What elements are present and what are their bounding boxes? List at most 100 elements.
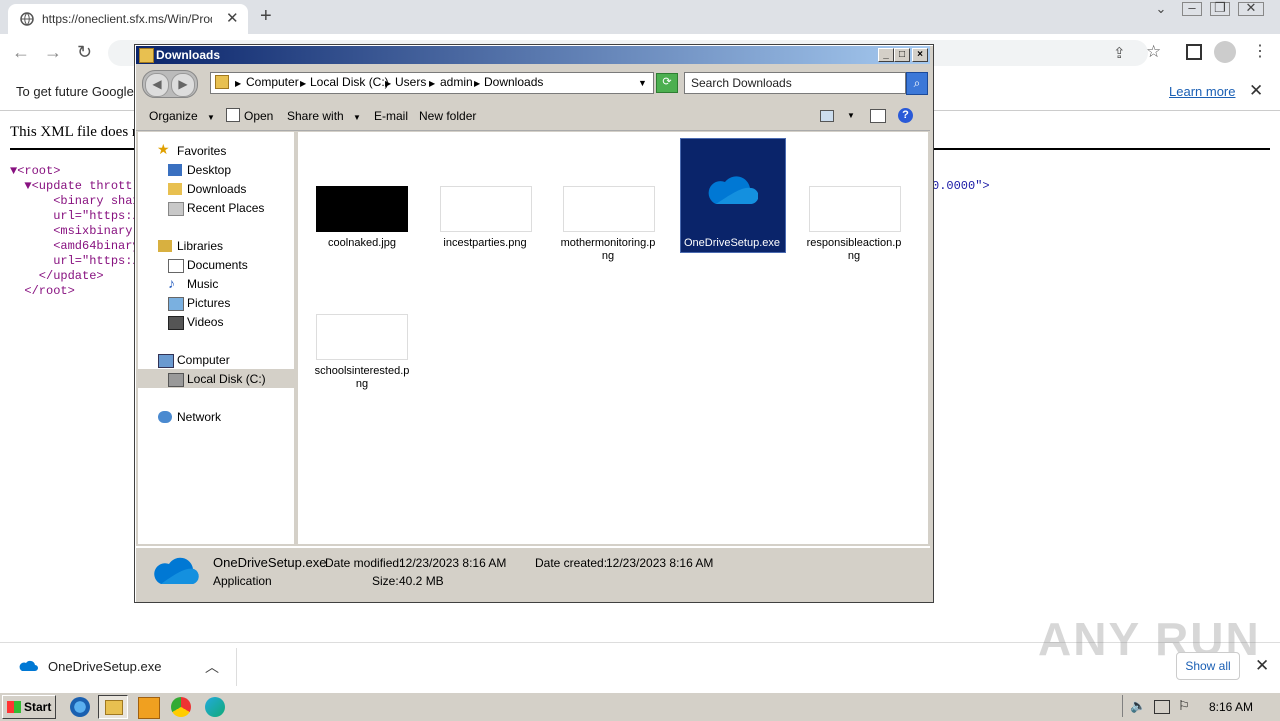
speaker-icon[interactable]: 🔈 [1130, 698, 1146, 714]
address-dropdown-icon[interactable]: ▼ [638, 78, 647, 88]
file-name[interactable]: mothermonitoring.p [548, 237, 668, 250]
file-thumbnail[interactable] [809, 186, 901, 232]
file-thumbnail[interactable] [316, 186, 408, 232]
taskbar-clock[interactable]: 8:16 AM [1209, 700, 1253, 714]
organize-button[interactable]: Organize ▼ [149, 109, 215, 123]
refresh-icon[interactable]: ⟳ [656, 73, 678, 93]
file-name[interactable]: coolnaked.jpg [302, 237, 422, 250]
profile-avatar[interactable] [1214, 41, 1236, 63]
videos-icon [168, 316, 184, 330]
breadcrumb-users[interactable]: Users [395, 75, 426, 89]
menu-kebab-icon[interactable]: ⋮ [1252, 41, 1268, 61]
nav-music[interactable]: Music [187, 277, 218, 291]
breadcrumb-arrow-icon[interactable]: ▶ [300, 79, 306, 88]
file-thumbnail[interactable] [563, 186, 655, 232]
xml-line: <amd64binary [10, 239, 140, 253]
share-with-button[interactable]: Share with ▼ [287, 109, 361, 123]
tab-close-icon[interactable]: ✕ [226, 9, 239, 27]
chrome-icon[interactable] [171, 697, 191, 717]
xml-line: ▼<update throttl [10, 179, 140, 193]
recent-places-icon [168, 202, 184, 216]
explorer-taskbar-button[interactable] [98, 695, 128, 719]
breadcrumb-arrow-icon[interactable]: ▶ [385, 79, 391, 88]
browser-tab[interactable]: https://oneclient.sfx.ms/Win/Prod/2 ✕ [8, 4, 248, 34]
chevron-down-icon[interactable]: ▼ [847, 111, 855, 120]
chevron-down-icon[interactable]: ⌄ [1148, 0, 1174, 20]
media-player-icon[interactable] [138, 697, 160, 719]
breadcrumb-arrow-icon[interactable]: ▶ [235, 79, 241, 88]
breadcrumb-admin[interactable]: admin [440, 75, 473, 89]
nav-recent-places[interactable]: Recent Places [187, 201, 264, 215]
nav-downloads[interactable]: Downloads [187, 182, 246, 196]
breadcrumb-arrow-icon[interactable]: ▶ [429, 79, 435, 88]
minimize-icon[interactable]: – [1182, 1, 1202, 16]
internet-explorer-icon[interactable] [70, 697, 90, 717]
xml-style-note: This XML file does n [10, 124, 140, 140]
back-icon[interactable]: ◀ [145, 73, 169, 97]
nav-computer[interactable]: Computer [177, 353, 230, 367]
nav-libraries[interactable]: Libraries [177, 239, 223, 253]
reload-icon[interactable]: ↻ [77, 42, 92, 63]
help-icon[interactable]: ? [898, 108, 913, 123]
breadcrumb-arrow-icon[interactable]: ▶ [474, 79, 480, 88]
open-button[interactable]: Open [244, 109, 273, 123]
chevron-down-icon: ▼ [353, 113, 361, 122]
music-icon: ♪ [168, 275, 175, 291]
info-bar-close-icon[interactable]: ✕ [1249, 81, 1263, 101]
download-item-name[interactable]: OneDriveSetup.exe [48, 659, 161, 674]
search-placeholder: Search Downloads [691, 76, 792, 90]
nav-local-disk[interactable]: Local Disk (C:) [187, 372, 266, 386]
show-all-button[interactable]: Show all [1176, 652, 1240, 680]
new-folder-button[interactable]: New folder [419, 109, 476, 123]
back-forward-buttons[interactable]: ◀ ▶ [142, 70, 198, 98]
side-panel-icon[interactable] [1186, 44, 1202, 60]
file-thumbnail[interactable] [440, 186, 532, 232]
nav-network[interactable]: Network [177, 410, 221, 424]
file-name[interactable]: responsibleaction.p [794, 237, 914, 250]
onedrive-cloud-icon[interactable] [706, 170, 758, 206]
nav-videos[interactable]: Videos [187, 315, 223, 329]
chevron-up-icon[interactable]: ︿ [205, 657, 219, 677]
xml-line: <msixbinary u [10, 224, 147, 238]
file-thumbnail[interactable] [316, 314, 408, 360]
nav-documents[interactable]: Documents [187, 258, 248, 272]
file-name-selected[interactable]: OneDriveSetup.exe [672, 237, 792, 250]
preview-pane-icon[interactable] [870, 109, 886, 123]
network-tray-icon[interactable] [1154, 700, 1170, 714]
action-center-flag-icon[interactable]: ⚐ [1178, 698, 1190, 714]
forward-icon[interactable]: ▶ [171, 73, 195, 97]
change-view-icon[interactable] [820, 110, 834, 122]
forward-icon[interactable]: → [44, 42, 62, 63]
nav-desktop[interactable]: Desktop [187, 163, 231, 177]
maximize-icon[interactable]: □ [894, 48, 910, 62]
close-icon[interactable]: × [912, 48, 928, 62]
onedrive-cloud-icon [19, 660, 38, 671]
close-window-icon[interactable]: ✕ [1238, 1, 1264, 16]
file-name[interactable]: schoolsinterested.p [302, 365, 422, 378]
explorer-titlebar[interactable] [136, 46, 930, 64]
windows-logo-icon [7, 701, 21, 713]
shelf-close-icon[interactable]: ✕ [1255, 656, 1269, 676]
file-name-wrap: ng [355, 378, 369, 390]
new-tab-button[interactable]: + [260, 5, 272, 28]
folder-icon [139, 48, 154, 63]
share-icon[interactable]: ⇪ [1113, 44, 1126, 62]
minimize-icon[interactable]: _ [878, 48, 894, 62]
breadcrumb-local-disk[interactable]: Local Disk (C:) [310, 75, 389, 89]
file-name[interactable]: incestparties.png [425, 237, 545, 250]
xml-tree: ▼<root> ▼<update throttl <binary sha1h u… [10, 164, 147, 299]
search-icon[interactable]: ⌕ [906, 72, 928, 95]
email-button[interactable]: E-mail [374, 109, 408, 123]
nav-favorites[interactable]: Favorites [177, 144, 226, 158]
restore-icon[interactable]: ❐ [1210, 1, 1230, 16]
bookmark-star-icon[interactable]: ☆ [1146, 42, 1161, 62]
nav-pictures[interactable]: Pictures [187, 296, 230, 310]
learn-more-link[interactable]: Learn more [1169, 84, 1235, 99]
xml-line: </root> [10, 284, 75, 298]
back-icon[interactable]: ← [12, 42, 30, 63]
breadcrumb-downloads[interactable]: Downloads [484, 75, 543, 89]
onedrive-cloud-icon [154, 557, 199, 584]
breadcrumb-computer[interactable]: Computer [246, 75, 299, 89]
edge-icon[interactable] [205, 697, 225, 717]
start-button[interactable]: Start [2, 695, 56, 719]
